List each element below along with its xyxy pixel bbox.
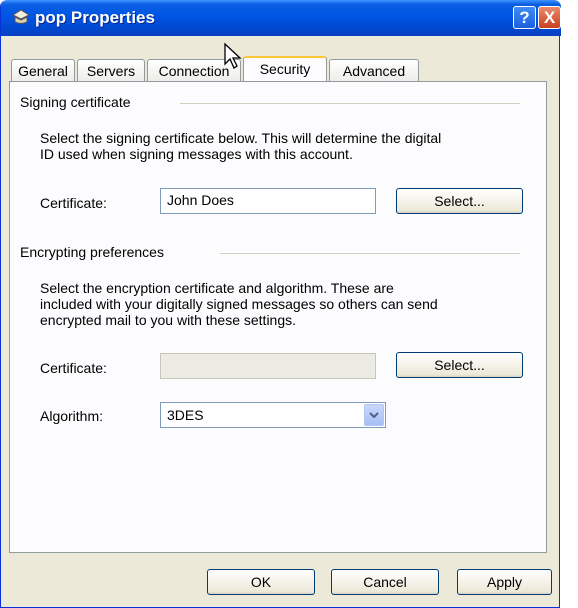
- tab-advanced[interactable]: Advanced: [329, 59, 419, 83]
- encrypting-group-label: Encrypting preferences: [20, 244, 170, 260]
- encrypting-description-line3: encrypted mail to you with these setting…: [40, 312, 297, 328]
- algorithm-select[interactable]: 3DES: [160, 402, 386, 428]
- window-title: pop Properties: [35, 8, 155, 27]
- signing-certificate-label: Certificate:: [40, 195, 107, 211]
- encrypting-group-divider: [220, 253, 520, 254]
- tab-servers[interactable]: Servers: [77, 59, 145, 83]
- account-icon: [11, 9, 31, 24]
- title-bar[interactable]: pop Properties ? X: [1, 0, 561, 36]
- encrypting-description-line2: included with your digitally signed mess…: [40, 296, 438, 312]
- tab-security[interactable]: Security: [243, 56, 327, 84]
- algorithm-label: Algorithm:: [40, 408, 104, 424]
- security-tab-panel: Signing certificate Select the signing c…: [9, 81, 547, 553]
- signing-description-line2: ID used when signing messages with this …: [40, 146, 353, 162]
- properties-dialog: pop Properties ? X General Servers Conne…: [0, 0, 561, 608]
- help-button[interactable]: ?: [513, 6, 536, 29]
- close-button[interactable]: X: [538, 6, 561, 29]
- chevron-down-icon[interactable]: [364, 404, 384, 426]
- encrypting-select-button[interactable]: Select...: [396, 352, 523, 378]
- apply-button[interactable]: Apply: [457, 569, 552, 595]
- tab-strip: General Servers Connection Security Adva…: [1, 56, 561, 84]
- mouse-cursor-icon: [224, 42, 242, 69]
- signing-group-divider: [180, 103, 520, 104]
- signing-group-label: Signing certificate: [20, 94, 137, 110]
- signing-description-line1: Select the signing certificate below. Th…: [40, 130, 442, 146]
- encrypting-certificate-field[interactable]: [160, 353, 376, 379]
- signing-certificate-field[interactable]: John Does: [160, 188, 376, 214]
- tab-general[interactable]: General: [11, 59, 75, 83]
- encrypting-certificate-label: Certificate:: [40, 360, 107, 376]
- cancel-button[interactable]: Cancel: [331, 569, 439, 595]
- algorithm-value: 3DES: [167, 407, 204, 423]
- ok-button[interactable]: OK: [207, 569, 315, 595]
- signing-select-button[interactable]: Select...: [396, 188, 523, 214]
- encrypting-description-line1: Select the encryption certificate and al…: [40, 280, 394, 296]
